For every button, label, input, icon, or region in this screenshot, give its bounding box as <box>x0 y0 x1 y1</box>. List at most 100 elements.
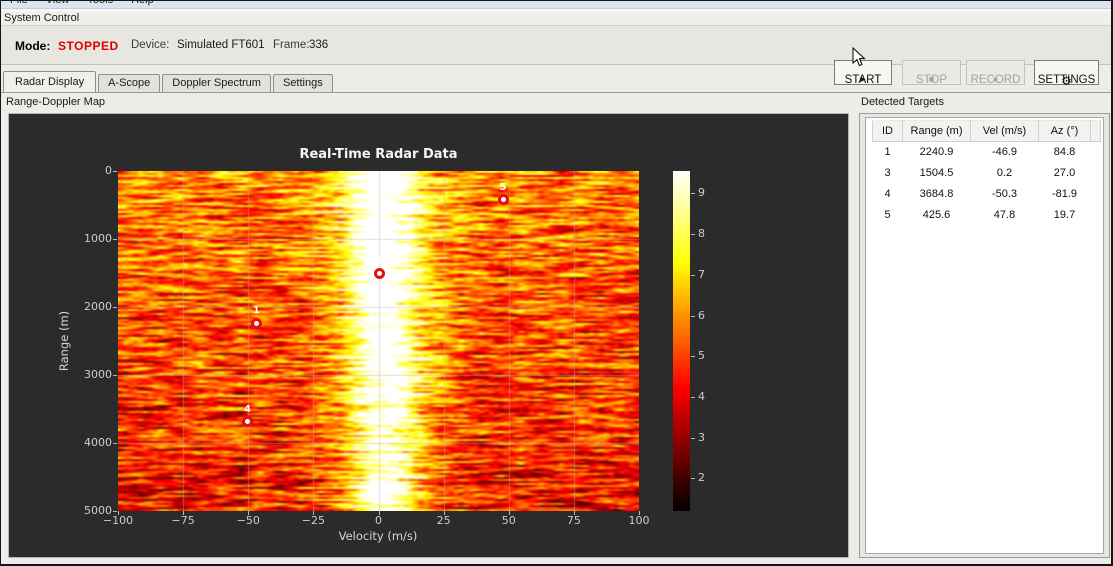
x-tick-label: 25 <box>419 514 469 527</box>
frame-value: 336 <box>309 39 328 51</box>
table-row[interactable]: 43684.8-50.3-81.9 <box>873 184 1101 205</box>
button-label: START <box>845 74 882 86</box>
column-header-filler <box>1091 121 1101 142</box>
table-cell: 2240.9 <box>903 142 971 163</box>
mouse-cursor <box>852 47 867 68</box>
colorbar <box>673 171 690 511</box>
y-tick-label: 4000 <box>67 436 112 449</box>
x-tick-mark <box>183 511 184 515</box>
table-cell: 84.8 <box>1039 142 1091 163</box>
menu-item-tools[interactable]: Tools <box>78 1 122 9</box>
x-tick-label: 100 <box>614 514 664 527</box>
target-marker <box>242 416 253 427</box>
y-tick-label: 3000 <box>67 368 112 381</box>
device-value: Simulated FT601 <box>177 39 265 51</box>
colorbar-tick-mark <box>691 478 695 479</box>
table-row[interactable]: 31504.50.227.0 <box>873 163 1101 184</box>
table-cell: 1504.5 <box>903 163 971 184</box>
target-marker <box>374 268 385 279</box>
colorbar-tick-mark <box>691 438 695 439</box>
tab-doppler-spectrum[interactable]: Doppler Spectrum <box>162 74 271 92</box>
table-cell: 0.2 <box>971 163 1039 184</box>
x-tick-mark <box>574 511 575 515</box>
x-tick-mark <box>313 511 314 515</box>
colorbar-tick-mark <box>691 275 695 276</box>
table-cell: 3 <box>873 163 903 184</box>
colorbar-tick-mark <box>691 193 695 194</box>
x-tick-label: −75 <box>158 514 208 527</box>
colorbar-tick-label: 8 <box>698 227 718 240</box>
x-tick-mark <box>248 511 249 515</box>
table-cell: 425.6 <box>903 205 971 226</box>
range-doppler-group-label: Range-Doppler Map <box>6 96 105 108</box>
target-marker-label: 3 <box>369 255 389 266</box>
device-label: Device: <box>131 39 169 51</box>
menu-item-file[interactable]: File <box>1 1 37 9</box>
y-tick-label: 5000 <box>67 504 112 517</box>
y-tick-label: 2000 <box>67 300 112 313</box>
table-cell: 3684.8 <box>903 184 971 205</box>
table-cell: 27.0 <box>1039 163 1091 184</box>
y-tick-mark <box>113 239 117 240</box>
radar-app-window: FileViewToolsHelp System Control Mode: S… <box>0 0 1113 566</box>
mode-value: STOPPED <box>58 39 119 53</box>
y-tick-mark <box>113 307 117 308</box>
targets-table[interactable]: IDRange (m)Vel (m/s)Az (°) 12240.9-46.98… <box>872 120 1101 226</box>
column-header-az-[interactable]: Az (°) <box>1039 121 1091 142</box>
table-cell: -46.9 <box>971 142 1039 163</box>
colorbar-tick-label: 2 <box>698 471 718 484</box>
x-tick-mark <box>379 511 380 515</box>
tab-settings[interactable]: Settings <box>273 74 333 92</box>
menu-item-view[interactable]: View <box>37 1 79 9</box>
settings-button[interactable]: ⚙SETTINGS <box>1034 60 1099 85</box>
x-tick-mark <box>639 511 640 515</box>
y-tick-label: 0 <box>67 164 112 177</box>
column-header-id[interactable]: ID <box>873 121 903 142</box>
y-tick-mark <box>113 443 117 444</box>
colorbar-tick-mark <box>691 316 695 317</box>
table-cell: -81.9 <box>1039 184 1091 205</box>
button-label: STOP <box>916 74 947 86</box>
x-tick-label: 75 <box>549 514 599 527</box>
table-cell: 19.7 <box>1039 205 1091 226</box>
record-button: ●RECORD <box>966 60 1025 85</box>
tab-a-scope[interactable]: A-Scope <box>98 74 160 92</box>
detected-targets-group-label: Detected Targets <box>861 96 944 108</box>
column-header-range-m-[interactable]: Range (m) <box>903 121 971 142</box>
colorbar-tick-label: 9 <box>698 186 718 199</box>
colorbar-tick-mark <box>691 397 695 398</box>
target-marker-label: 4 <box>237 404 257 415</box>
colorbar-tick-label: 4 <box>698 390 718 403</box>
y-tick-mark <box>113 375 117 376</box>
system-control-panel: Mode: STOPPED Device: Simulated FT601 Fr… <box>1 26 1111 65</box>
x-axis-label: Velocity (m/s) <box>278 529 478 543</box>
table-cell <box>1091 142 1101 163</box>
frame-label: Frame: <box>273 39 309 51</box>
target-marker <box>498 194 509 205</box>
y-tick-label: 1000 <box>67 232 112 245</box>
colorbar-tick-label: 3 <box>698 431 718 444</box>
button-label: SETTINGS <box>1038 74 1096 86</box>
colorbar-tick-mark <box>691 234 695 235</box>
mode-label: Mode: <box>15 39 50 53</box>
table-cell <box>1091 205 1101 226</box>
colorbar-tick-label: 6 <box>698 309 718 322</box>
stop-button: ■STOP <box>902 60 961 85</box>
table-cell: 47.8 <box>971 205 1039 226</box>
column-header-vel-m-s-[interactable]: Vel (m/s) <box>971 121 1039 142</box>
target-marker <box>251 318 262 329</box>
menu-item-help[interactable]: Help <box>122 1 163 9</box>
y-tick-mark <box>113 171 117 172</box>
range-doppler-heatmap <box>118 171 639 511</box>
table-row[interactable]: 12240.9-46.984.8 <box>873 142 1101 163</box>
table-cell: 1 <box>873 142 903 163</box>
table-cell: 5 <box>873 205 903 226</box>
x-tick-label: −50 <box>223 514 273 527</box>
colorbar-tick-label: 7 <box>698 268 718 281</box>
x-tick-mark <box>444 511 445 515</box>
system-control-title: System Control <box>1 12 1111 26</box>
button-label: RECORD <box>971 74 1021 86</box>
tab-radar-display[interactable]: Radar Display <box>3 71 96 92</box>
table-row[interactable]: 5425.647.819.7 <box>873 205 1101 226</box>
tab-bar: Radar DisplayA-ScopeDoppler SpectrumSett… <box>3 69 335 92</box>
